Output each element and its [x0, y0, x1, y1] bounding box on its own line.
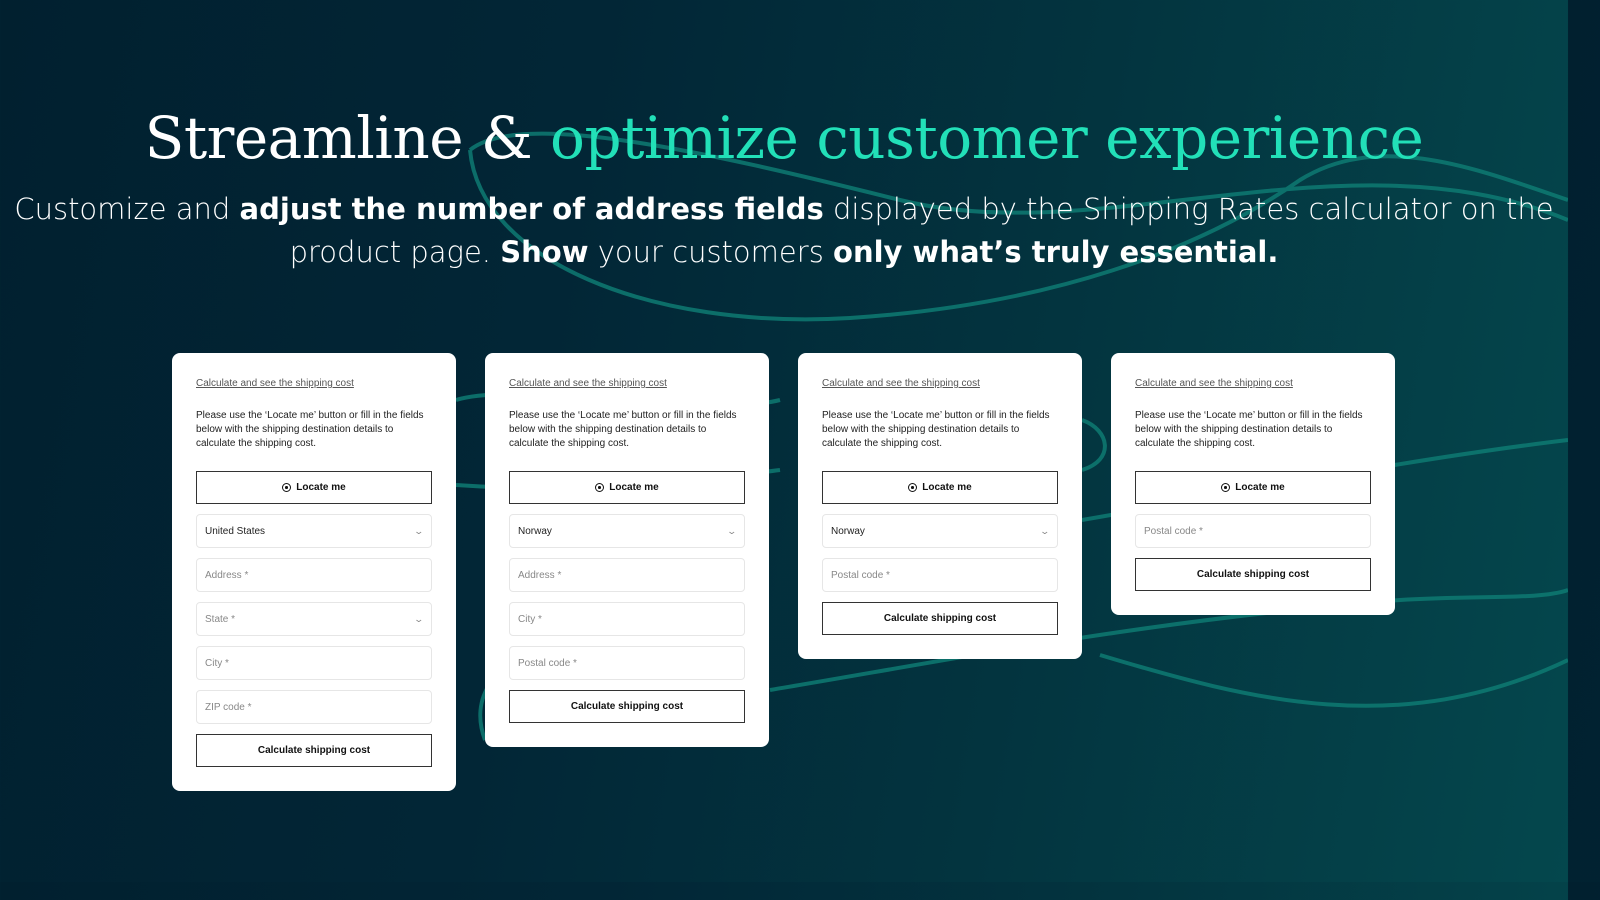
address-input[interactable]: Address *	[196, 558, 432, 592]
field-placeholder: Postal code *	[1144, 525, 1203, 537]
subtitle-text: your customers	[588, 235, 834, 269]
page-title: Streamline & optimize customer experienc…	[0, 104, 1568, 172]
card-description: Please use the ‘Locate me’ button or fil…	[822, 410, 1050, 449]
locate-icon	[595, 483, 605, 492]
locate-icon	[282, 483, 292, 492]
page-subtitle: Customize and adjust the number of addre…	[0, 188, 1568, 274]
field-placeholder: City *	[518, 613, 542, 625]
shipping-calculator-card-1: Calculate and see the shipping cost Plea…	[172, 353, 456, 791]
calculate-link[interactable]: Calculate and see the shipping cost	[822, 378, 980, 389]
country-select[interactable]: Norway ⌄	[822, 514, 1058, 548]
chevron-down-icon: ⌄	[1039, 525, 1051, 536]
locate-icon	[908, 483, 918, 492]
zip-code-input[interactable]: ZIP code *	[196, 690, 432, 724]
country-value: United States	[205, 525, 266, 537]
field-placeholder: Address *	[518, 569, 562, 581]
calculate-shipping-button[interactable]: Calculate shipping cost	[1135, 558, 1371, 591]
shipping-calculator-card-3: Calculate and see the shipping cost Plea…	[798, 353, 1082, 659]
shipping-calculator-card-2: Calculate and see the shipping cost Plea…	[485, 353, 769, 747]
calculate-link[interactable]: Calculate and see the shipping cost	[509, 378, 667, 389]
locate-me-button[interactable]: Locate me	[1135, 471, 1371, 504]
title-plain: Streamline &	[144, 104, 551, 172]
card-description: Please use the ‘Locate me’ button or fil…	[509, 410, 737, 449]
field-placeholder: Postal code *	[518, 657, 577, 669]
country-value: Norway	[831, 525, 865, 537]
locate-label: Locate me	[922, 482, 972, 493]
country-select[interactable]: Norway ⌄	[509, 514, 745, 548]
locate-label: Locate me	[296, 482, 346, 493]
calculate-shipping-button[interactable]: Calculate shipping cost	[196, 734, 432, 767]
chevron-down-icon: ⌄	[413, 613, 425, 624]
subtitle-bold: adjust the number of address fields	[239, 192, 824, 226]
postal-code-input[interactable]: Postal code *	[1135, 514, 1371, 548]
subtitle-text: Customize and	[14, 192, 240, 226]
field-placeholder: Postal code *	[831, 569, 890, 581]
country-value: Norway	[518, 525, 552, 537]
shipping-calculator-card-4: Calculate and see the shipping cost Plea…	[1111, 353, 1395, 615]
country-select[interactable]: United States ⌄	[196, 514, 432, 548]
postal-code-input[interactable]: Postal code *	[509, 646, 745, 680]
locate-icon	[1221, 483, 1231, 492]
subtitle-bold: only what’s truly essential.	[833, 235, 1279, 269]
locate-me-button[interactable]: Locate me	[822, 471, 1058, 504]
chevron-down-icon: ⌄	[413, 525, 425, 536]
field-placeholder: City *	[205, 657, 229, 669]
city-input[interactable]: City *	[509, 602, 745, 636]
calculate-link[interactable]: Calculate and see the shipping cost	[1135, 378, 1293, 389]
locate-label: Locate me	[609, 482, 659, 493]
calculate-link[interactable]: Calculate and see the shipping cost	[196, 378, 354, 389]
subtitle-bold: Show	[500, 235, 589, 269]
calculate-shipping-button[interactable]: Calculate shipping cost	[822, 602, 1058, 635]
address-input[interactable]: Address *	[509, 558, 745, 592]
city-input[interactable]: City *	[196, 646, 432, 680]
postal-code-input[interactable]: Postal code *	[822, 558, 1058, 592]
field-placeholder: Address *	[205, 569, 249, 581]
locate-me-button[interactable]: Locate me	[509, 471, 745, 504]
calculate-shipping-button[interactable]: Calculate shipping cost	[509, 690, 745, 723]
locate-label: Locate me	[1235, 482, 1285, 493]
title-accent: optimize customer experience	[550, 104, 1424, 172]
hero-section: Streamline & optimize customer experienc…	[0, 104, 1568, 274]
chevron-down-icon: ⌄	[726, 525, 738, 536]
card-description: Please use the ‘Locate me’ button or fil…	[1135, 410, 1363, 449]
locate-me-button[interactable]: Locate me	[196, 471, 432, 504]
card-description: Please use the ‘Locate me’ button or fil…	[196, 410, 424, 449]
state-select[interactable]: State * ⌄	[196, 602, 432, 636]
field-placeholder: State *	[205, 613, 236, 625]
field-placeholder: ZIP code *	[205, 701, 252, 713]
